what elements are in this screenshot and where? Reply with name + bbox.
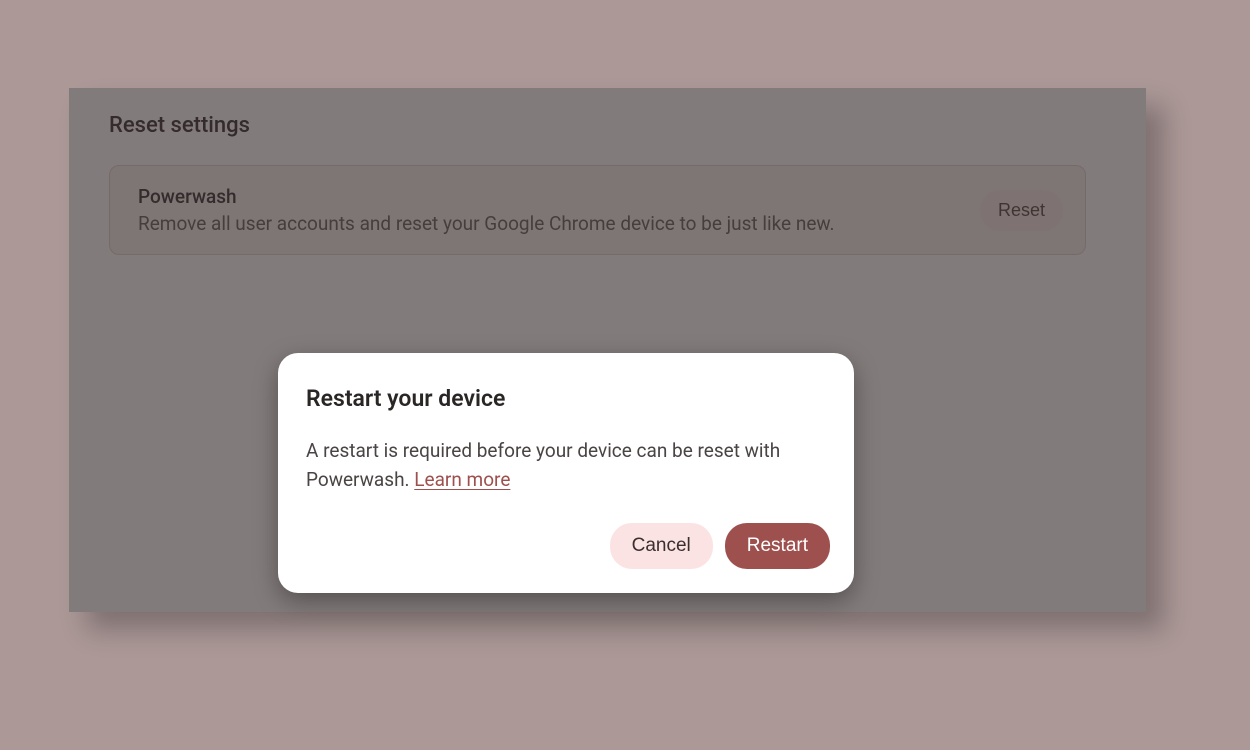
dialog-body: A restart is required before your device…	[306, 436, 830, 495]
learn-more-link[interactable]: Learn more	[414, 468, 510, 491]
dialog-actions: Cancel Restart	[306, 523, 830, 569]
cancel-button[interactable]: Cancel	[610, 523, 713, 569]
restart-button[interactable]: Restart	[725, 523, 830, 569]
dialog-body-text: A restart is required before your device…	[306, 439, 780, 491]
restart-dialog: Restart your device A restart is require…	[278, 353, 854, 593]
dialog-title: Restart your device	[306, 385, 830, 412]
